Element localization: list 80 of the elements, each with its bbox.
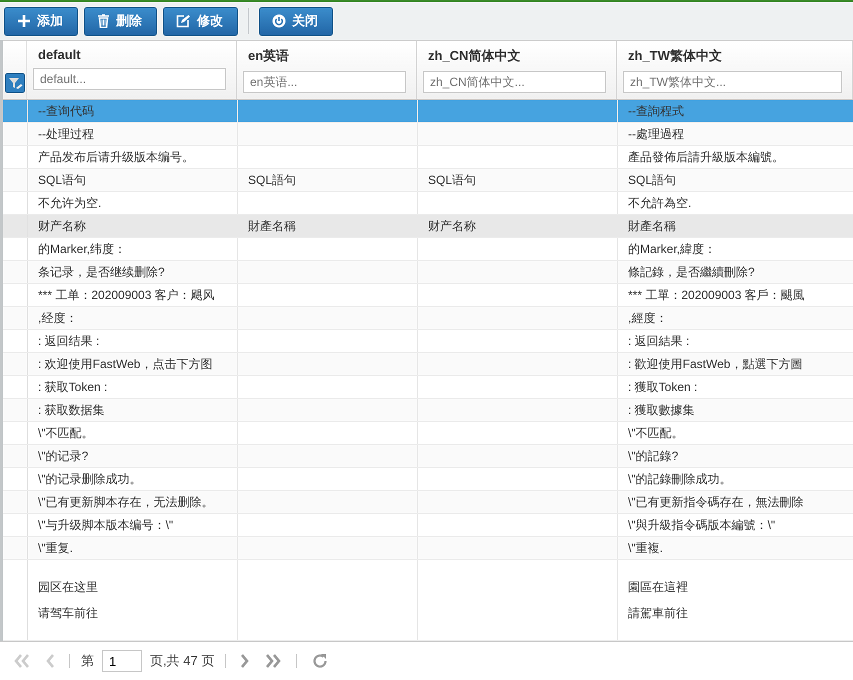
table-cell: : 獲取數據集 — [628, 403, 695, 418]
table-cell: 财产名称 — [38, 219, 86, 234]
table-cell: 條記錄，是否繼續刪除? — [628, 265, 755, 280]
table-cell: *** 工單：202009003 客戶：颶風 — [628, 288, 805, 303]
table-cell-text: 園區在這裡 — [628, 579, 688, 596]
table-cell: \"已有更新指令碼存在，無法刪除 — [628, 495, 804, 510]
table-row[interactable]: 财产名称 財產名稱 财产名称 財產名稱 — [3, 215, 853, 238]
table-cell: --處理過程 — [628, 127, 684, 142]
table-cell: \"重複. — [628, 541, 663, 556]
table-cell: ,经度： — [38, 311, 78, 326]
table-row[interactable]: --查询代码 --查詢程式 — [3, 100, 853, 123]
table-cell-text: 请驾车前往 — [38, 605, 98, 622]
table-cell: SQL語句 — [628, 173, 676, 188]
table-row[interactable]: --处理过程 --處理過程 — [3, 123, 853, 146]
table-cell: \"的记录? — [38, 449, 88, 464]
table-row[interactable]: \"的记录? \"的記錄? — [3, 445, 853, 468]
table-cell: \"的記錄刪除成功。 — [628, 472, 732, 487]
filter-field[interactable]: zh_CN简体中文... — [423, 71, 606, 93]
table-cell: SQL语句 — [38, 173, 86, 188]
table-row[interactable]: \"已有更新脚本存在，无法删除。 \"已有更新指令碼存在，無法刪除 — [3, 491, 853, 514]
table-cell: SQL语句 — [428, 173, 476, 188]
table-cell: : 获取数据集 — [38, 403, 105, 418]
table-cell: SQL語句 — [248, 173, 296, 188]
table-cell-text: 請駕車前往 — [628, 605, 688, 622]
toolbar-button[interactable]: 修改 — [163, 6, 238, 36]
table-cell: : 返回结果 : — [38, 334, 100, 349]
toolbar-button[interactable]: 删除 — [84, 6, 157, 36]
page-number-field[interactable]: 1 — [102, 650, 142, 672]
toolbar-button[interactable]: 关闭 — [259, 6, 333, 36]
table-cell: : 欢迎使用FastWeb，点击下方图 — [38, 357, 212, 372]
table-cell-text: 园区在这里 — [38, 579, 98, 596]
table-cell: 不允許為空. — [628, 196, 692, 211]
table-cell: 財產名稱 — [248, 219, 296, 234]
filter-field[interactable]: default... — [33, 68, 226, 90]
table-cell: : 返回結果 : — [628, 334, 690, 349]
table-cell: \"的記錄? — [628, 449, 678, 464]
table-row[interactable]: 园区在这里 请驾车前往 園區在這裡 請駕車前往 — [3, 560, 853, 641]
table-cell: : 獲取Token : — [628, 380, 698, 395]
power-icon — [272, 14, 286, 28]
table-cell: 条记录，是否继续删除? — [38, 265, 165, 280]
table-cell: *** 工单：202009003 客户：飓风 — [38, 288, 215, 303]
table-cell: 財產名稱 — [628, 219, 676, 234]
table-row[interactable]: \"重复. \"重複. — [3, 537, 853, 560]
table-cell: \"重复. — [38, 541, 73, 556]
table-cell: \"與升級指令碼版本編號：\" — [628, 518, 776, 533]
filter-field[interactable]: en英语... — [243, 71, 406, 93]
table-row[interactable]: : 获取数据集 : 獲取數據集 — [3, 399, 853, 422]
column-header: zh_TW繁体中文 — [627, 47, 723, 65]
trash-icon — [97, 14, 110, 28]
table-cell: 產品發佈后請升級版本編號。 — [628, 150, 784, 165]
table-cell: \"的记录删除成功。 — [38, 472, 142, 487]
table-row[interactable]: 条记录，是否继续删除? 條記錄，是否繼續刪除? — [3, 261, 853, 284]
table-cell: \"已有更新脚本存在，无法删除。 — [38, 495, 214, 510]
page-total-label: 页,共 47 页 — [150, 652, 214, 670]
column-header: default — [37, 47, 82, 62]
toolbar-button[interactable]: 添加 — [4, 6, 78, 36]
table-cell: --查詢程式 — [628, 104, 684, 119]
table-cell: : 获取Token : — [38, 380, 108, 395]
table-cell: 财产名称 — [428, 219, 476, 234]
table-row[interactable]: ,经度： ,經度： — [3, 307, 853, 330]
page-label: 第 — [81, 652, 94, 670]
filter-field[interactable]: zh_TW繁体中文... — [623, 71, 842, 93]
table-cell: 产品发布后请升级版本编号。 — [38, 150, 194, 165]
table-cell: \"不匹配。 — [38, 426, 94, 441]
edit-icon — [176, 14, 191, 28]
table-cell: --处理过程 — [38, 127, 94, 142]
table-cell: 的Marker,纬度： — [38, 242, 126, 257]
table-cell: \"与升级脚本版本编号：\" — [38, 518, 174, 533]
plus-icon — [17, 14, 31, 28]
table-cell: --查询代码 — [38, 104, 94, 119]
table-cell: : 歡迎使用FastWeb，點選下方圖 — [628, 357, 802, 372]
column-header: en英语 — [247, 47, 290, 65]
table-cell: \"不匹配。 — [628, 426, 684, 441]
column-header: zh_CN简体中文 — [427, 47, 522, 65]
filter-icon[interactable] — [4, 73, 24, 93]
table-cell: ,經度： — [628, 311, 668, 326]
table-row[interactable]: : 欢迎使用FastWeb，点击下方图 : 歡迎使用FastWeb，點選下方圖 — [3, 353, 853, 376]
table-cell: 不允许为空. — [38, 196, 102, 211]
table-row[interactable]: SQL语句 SQL語句 SQL语句 SQL語句 — [3, 169, 853, 192]
table-cell: 的Marker,緯度： — [628, 242, 716, 257]
